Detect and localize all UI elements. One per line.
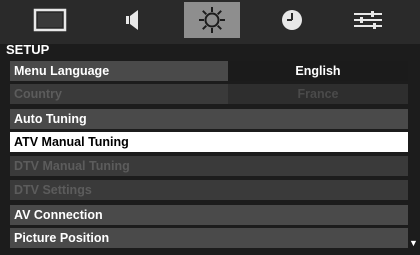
menu-item-label: AV Connection [14,208,103,222]
menu-item-auto-tuning[interactable]: Auto Tuning [10,109,408,129]
country-value: France [228,84,408,104]
menu-item-label: Menu Language [14,64,110,78]
menu-item-picture-position[interactable]: Picture Position [10,228,408,248]
sound-icon [126,10,138,30]
menu-item-dtv-manual-tuning: DTV Manual Tuning [10,156,408,176]
menu-item-label: DTV Settings [14,183,92,197]
tab-timer[interactable] [264,2,320,38]
tab-setup[interactable] [184,2,240,38]
menu-item-menu-language[interactable]: Menu Language English [10,61,408,81]
menu-item-label: Picture Position [14,231,110,245]
menu-item-label: DTV Manual Tuning [14,159,130,173]
menu-item-label: ATV Manual Tuning [14,135,129,149]
menu-item-av-connection[interactable]: AV Connection [10,205,408,225]
menu-item-dtv-settings: DTV Settings [10,180,408,200]
menu-item-country: Country France [10,84,408,104]
preferences-icon [354,11,382,29]
tv-menu-screen: SETUP Menu Language English Country Fran… [0,0,420,255]
scroll-down-indicator: ▼ [409,238,418,248]
menu-tab-bar [0,0,420,44]
tab-sound[interactable] [104,2,160,38]
menu-title: SETUP [6,42,50,57]
menu-item-label: Country [14,87,62,101]
menu-item-atv-manual-tuning[interactable]: ATV Manual Tuning [10,132,408,152]
menu-language-value: English [228,61,408,81]
picture-icon [33,8,67,32]
timer-icon [282,10,302,30]
setup-icon [199,7,225,33]
tab-preferences[interactable] [340,2,396,38]
menu-item-label: Auto Tuning [14,112,87,126]
tab-picture[interactable] [22,2,78,38]
